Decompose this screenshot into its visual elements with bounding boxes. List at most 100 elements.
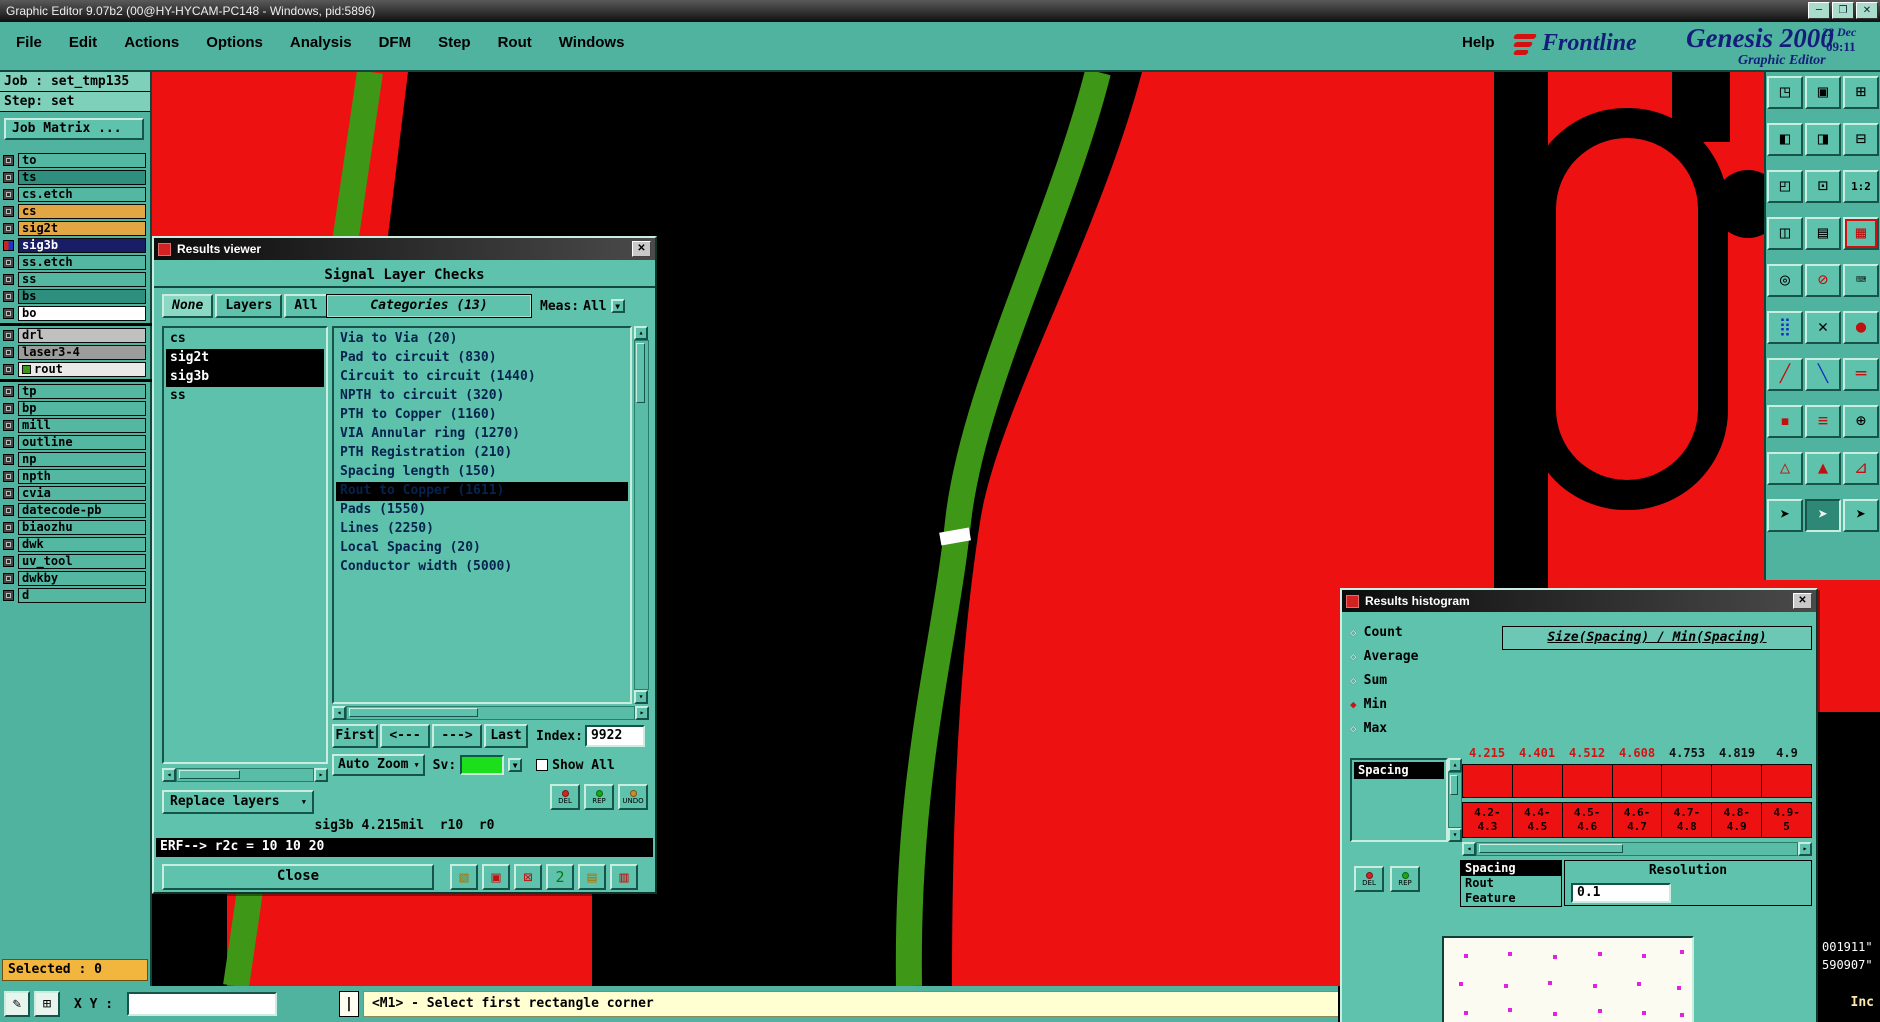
scroll-track[interactable] bbox=[176, 768, 314, 782]
layer-checkbox[interactable] bbox=[3, 155, 14, 166]
crosshair-icon[interactable]: ⊕ bbox=[1843, 405, 1879, 438]
layer-row-rout[interactable]: rout bbox=[0, 361, 152, 378]
layer-row-dwk[interactable]: dwk bbox=[0, 536, 152, 553]
menu-file[interactable]: File bbox=[16, 34, 42, 51]
layer-row-cs[interactable]: cs bbox=[0, 203, 152, 220]
layer-checkbox[interactable] bbox=[3, 189, 14, 200]
scroll-right-icon[interactable] bbox=[1798, 842, 1812, 856]
menu-help[interactable]: Help bbox=[1462, 34, 1495, 51]
layer-row-drl[interactable]: drl bbox=[0, 327, 152, 344]
layer-checkbox[interactable] bbox=[3, 274, 14, 285]
layer-row-ts[interactable]: ts bbox=[0, 169, 152, 186]
show-all-checkbox[interactable] bbox=[536, 759, 549, 771]
category-item[interactable]: Spacing length (150) bbox=[336, 463, 628, 482]
layer-checkbox[interactable] bbox=[3, 308, 14, 319]
close-icon[interactable]: ✕ bbox=[1793, 593, 1812, 609]
layer-checkbox[interactable] bbox=[3, 403, 14, 414]
triangle-right-icon[interactable]: ⊿ bbox=[1843, 452, 1879, 485]
xy-input[interactable] bbox=[126, 992, 277, 1016]
layer-checkbox[interactable] bbox=[3, 172, 14, 183]
defect-preview-panel[interactable] bbox=[1442, 936, 1694, 1022]
scroll-thumb[interactable] bbox=[636, 343, 645, 403]
scroll-right-icon[interactable] bbox=[635, 706, 649, 720]
layer-checkbox[interactable] bbox=[3, 471, 14, 482]
scroll-thumb[interactable] bbox=[1479, 844, 1623, 853]
layer-row-d[interactable]: d bbox=[0, 587, 152, 604]
layer-row-bs[interactable]: bs bbox=[0, 288, 152, 305]
histogram-icon[interactable]: ▥ bbox=[610, 864, 638, 890]
layer-row-npth[interactable]: npth bbox=[0, 468, 152, 485]
line-red-icon[interactable]: ╱ bbox=[1767, 358, 1803, 391]
layer-row-ss.etch[interactable]: ss.etch bbox=[0, 254, 152, 271]
close-icon[interactable]: ✕ bbox=[632, 241, 651, 257]
scroll-down-icon[interactable] bbox=[634, 690, 648, 704]
replace-layers-dropdown[interactable]: Replace layers bbox=[162, 790, 314, 814]
sv-color-swatch[interactable] bbox=[460, 755, 505, 775]
layer-checkbox[interactable] bbox=[3, 437, 14, 448]
layer-two-icon[interactable]: 2 bbox=[546, 864, 574, 890]
viewer-layer-item[interactable]: sig2t bbox=[166, 349, 324, 368]
mode-spacing[interactable]: Spacing bbox=[1461, 861, 1561, 876]
line-blue-icon[interactable]: ╲ bbox=[1805, 358, 1841, 391]
layer-view-icon[interactable]: ◫ bbox=[1767, 217, 1803, 250]
resolution-input[interactable]: 0.1 bbox=[1571, 883, 1671, 903]
layer-checkbox[interactable] bbox=[3, 505, 14, 516]
category-item[interactable]: Lines (2250) bbox=[336, 520, 628, 539]
measure-list[interactable]: Spacing bbox=[1350, 758, 1448, 842]
close-button[interactable]: Close bbox=[162, 864, 434, 890]
scroll-thumb[interactable] bbox=[179, 770, 241, 779]
menu-edit[interactable]: Edit bbox=[69, 34, 97, 51]
layer-checkbox[interactable] bbox=[3, 573, 14, 584]
menu-dfm[interactable]: DFM bbox=[379, 34, 412, 51]
stat-count[interactable]: ◇ Count bbox=[1350, 620, 1418, 644]
layer-checkbox[interactable] bbox=[3, 556, 14, 567]
layer-checkbox[interactable] bbox=[3, 364, 14, 375]
job-matrix-button[interactable]: Job Matrix ... bbox=[4, 118, 144, 140]
stat-min[interactable]: ◆ Min bbox=[1350, 692, 1418, 716]
results-viewer-titlebar[interactable]: Results viewer ✕ bbox=[154, 238, 655, 260]
viewer-layer-item[interactable]: cs bbox=[166, 330, 324, 349]
layer-row-sig3b[interactable]: sig3b bbox=[0, 237, 152, 254]
auto-zoom-dropdown[interactable]: Auto Zoom bbox=[332, 754, 425, 776]
stat-max[interactable]: ◇ Max bbox=[1350, 716, 1418, 740]
shift-left-icon[interactable]: ◧ bbox=[1767, 123, 1803, 156]
scroll-left-icon[interactable] bbox=[162, 768, 176, 782]
pattern-dots-icon[interactable]: ⣿ bbox=[1767, 311, 1803, 344]
next-button[interactable]: ---> bbox=[432, 724, 482, 748]
menu-options[interactable]: Options bbox=[206, 34, 263, 51]
layer-row-dwkby[interactable]: dwkby bbox=[0, 570, 152, 587]
overlay-grid-icon[interactable]: ▧ bbox=[450, 864, 478, 890]
minimize-icon[interactable]: ─ bbox=[1808, 2, 1830, 19]
layer-row-tp[interactable]: tp bbox=[0, 383, 152, 400]
keyboard-icon[interactable]: ⌨ bbox=[1843, 264, 1879, 297]
category-item[interactable]: NPTH to circuit (320) bbox=[336, 387, 628, 406]
layer-row-sig2t[interactable]: sig2t bbox=[0, 220, 152, 237]
results-histogram-titlebar[interactable]: Results histogram ✕ bbox=[1342, 590, 1816, 612]
shift-right-icon[interactable]: ◨ bbox=[1805, 123, 1841, 156]
layer-checkbox[interactable] bbox=[3, 522, 14, 533]
clear-icon[interactable]: ⊘ bbox=[1805, 264, 1841, 297]
scroll-track[interactable] bbox=[1448, 772, 1462, 828]
cursor-alt-icon[interactable]: ➤ bbox=[1843, 499, 1879, 532]
layer-checkbox[interactable] bbox=[3, 206, 14, 217]
cursor-active-icon[interactable]: ➤ bbox=[1805, 499, 1841, 532]
menu-windows[interactable]: Windows bbox=[559, 34, 625, 51]
target-icon[interactable]: ◎ bbox=[1767, 264, 1803, 297]
layer-row-datecode-pb[interactable]: datecode-pb bbox=[0, 502, 152, 519]
viewer-layer-item[interactable]: sig3b bbox=[166, 368, 324, 387]
scroll-left-icon[interactable] bbox=[332, 706, 346, 720]
scroll-track[interactable] bbox=[634, 340, 649, 690]
filter-layers-button[interactable]: Layers bbox=[215, 294, 283, 318]
layer-checkbox[interactable] bbox=[3, 347, 14, 358]
category-item[interactable]: Pad to circuit (830) bbox=[336, 349, 628, 368]
cursor-icon[interactable]: ➤ bbox=[1767, 499, 1803, 532]
layer-checkbox[interactable] bbox=[3, 240, 14, 251]
layer-checkbox[interactable] bbox=[3, 420, 14, 431]
undo-button[interactable]: UNDO bbox=[618, 784, 648, 810]
layer-row-ss[interactable]: ss bbox=[0, 271, 152, 288]
layer-row-bo[interactable]: bo bbox=[0, 305, 152, 322]
prev-button[interactable]: <--- bbox=[380, 724, 430, 748]
category-horizontal-scrollbar[interactable] bbox=[332, 706, 649, 720]
category-item[interactable]: Via to Via (20) bbox=[336, 330, 628, 349]
layer-row-laser3-4[interactable]: laser3-4 bbox=[0, 344, 152, 361]
